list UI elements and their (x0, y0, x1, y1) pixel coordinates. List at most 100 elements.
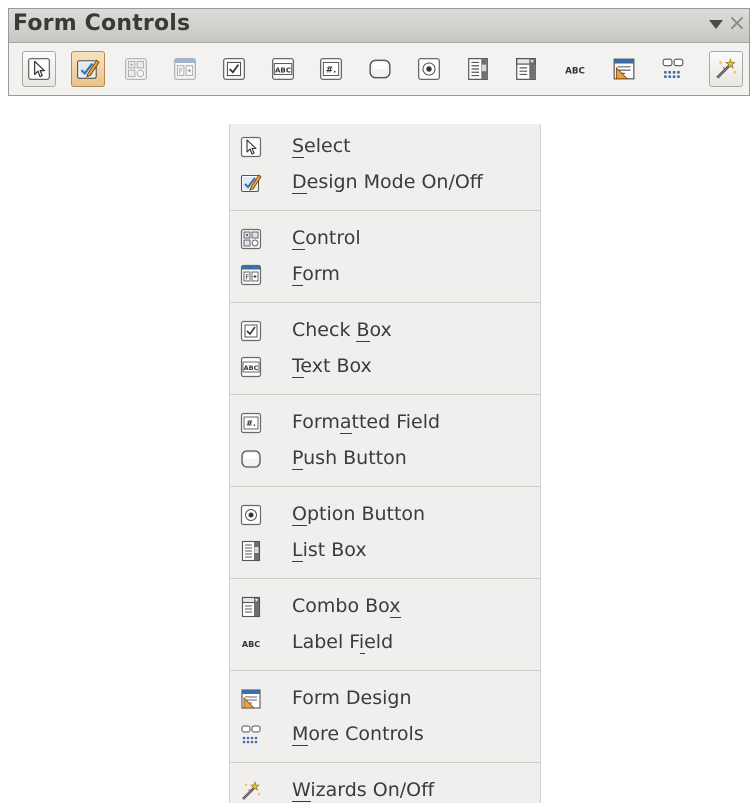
text-box-icon: ABC (271, 57, 295, 81)
menu-item-form[interactable]: F Form (230, 256, 540, 294)
mnemonic-underline (292, 193, 307, 194)
menu-item-control[interactable]: Control (230, 220, 540, 258)
menu-item-select-pointer[interactable]: Select (230, 128, 540, 166)
menu-separator (230, 394, 540, 395)
menu-separator (230, 302, 540, 303)
mnemonic-underline (292, 801, 311, 802)
menu-item-label: Control (292, 227, 361, 249)
mnemonic-underline (292, 525, 307, 526)
mnemonic-underline (292, 157, 305, 158)
option-button-icon (240, 504, 262, 526)
menu-item-option-button[interactable]: Option Button (230, 496, 540, 534)
select-pointer-icon (27, 57, 51, 81)
svg-text:ABC: ABC (242, 640, 260, 649)
dropdown-arrow-icon[interactable] (709, 20, 723, 29)
menu-separator (230, 670, 540, 671)
menu-item-label: Formatted Field (292, 411, 441, 433)
mnemonic-underline (292, 745, 309, 746)
menu-item-label: Text Box (292, 355, 372, 377)
list-box-icon (466, 57, 490, 81)
more-controls-icon (240, 724, 262, 746)
svg-text:ABC: ABC (565, 66, 585, 76)
toolbar-text-box-button[interactable]: ABC (266, 51, 300, 87)
toolbar-option-button-button[interactable] (412, 51, 446, 87)
wizards-icon (240, 780, 262, 802)
menu-item-label: Push Button (292, 447, 407, 469)
check-box-icon (222, 57, 246, 81)
svg-text:F: F (245, 274, 249, 282)
toolbar-wizards-button[interactable] (709, 51, 743, 87)
wizards-icon (714, 57, 738, 81)
toolbar-control-button (119, 51, 153, 87)
mnemonic-underline (292, 469, 304, 470)
mnemonic-underline (339, 433, 352, 434)
menu-item-combo-box[interactable]: Combo Box (230, 588, 540, 626)
menu-item-label: Form (292, 263, 340, 285)
toolbar-title: Form Controls (13, 11, 191, 36)
toolbar-formatted-field-button[interactable]: #. (314, 51, 348, 87)
form-design-icon (612, 57, 636, 81)
close-icon[interactable]: × (726, 12, 748, 36)
toolbar-design-mode-button[interactable] (70, 51, 105, 87)
menu-item-push-button[interactable]: Push Button (230, 440, 540, 478)
menu-item-text-box[interactable]: ABC Text Box (230, 348, 540, 386)
toolbar-more-controls-button[interactable] (656, 51, 690, 87)
menu-item-label: Option Button (292, 503, 426, 525)
menu-item-more-controls[interactable]: More Controls (230, 716, 540, 754)
select-pointer-icon (240, 136, 262, 158)
menu-item-design-mode[interactable]: Design Mode On/Off (230, 164, 540, 202)
toolbar-form-button: F (168, 51, 202, 87)
menu-separator (230, 210, 540, 211)
toolbar-label-field-button[interactable]: ABC (558, 51, 592, 87)
toolbar-combo-box-button[interactable] (509, 51, 543, 87)
formatted-field-icon: #. (319, 57, 343, 81)
menu-item-check-box[interactable]: Check Box (230, 312, 540, 350)
menu-separator (230, 762, 540, 763)
form-design-icon (240, 688, 262, 710)
toolbar-check-box-button[interactable] (217, 51, 251, 87)
svg-text:F: F (179, 67, 183, 76)
mnemonic-underline (292, 377, 304, 378)
menu-item-label: Design Mode On/Off (292, 171, 483, 193)
label-field-icon: ABC (240, 632, 262, 654)
menu-item-form-design[interactable]: Form Design (230, 680, 540, 718)
menu-item-label: More Controls (292, 723, 424, 745)
formatted-field-icon: #. (240, 412, 262, 434)
menu-item-label: Form Design (292, 687, 412, 709)
label-field-icon: ABC (563, 57, 587, 81)
list-box-icon (240, 540, 262, 562)
mnemonic-underline (292, 285, 303, 286)
mnemonic-underline (389, 617, 402, 618)
design-mode-icon (76, 57, 100, 81)
form-controls-menu: Select Design Mode On/Off Control F Form… (229, 124, 541, 803)
check-box-icon (240, 320, 262, 342)
menu-item-label: Label Field (292, 631, 394, 653)
toolbar-button-row: F ABC #. ABC (15, 49, 745, 91)
control-icon (124, 57, 148, 81)
svg-text:#.: #. (326, 65, 337, 75)
form-controls-toolbar: Form Controls × F ABC #. ABC (8, 8, 750, 96)
mnemonic-underline (356, 341, 370, 342)
menu-item-label: Select (292, 135, 351, 157)
combo-box-icon (514, 57, 538, 81)
menu-item-label-field[interactable]: ABC Label Field (230, 624, 540, 662)
menu-item-label: Check Box (292, 319, 392, 341)
toolbar-select-pointer-button[interactable] (21, 51, 56, 87)
menu-separator (230, 578, 540, 579)
menu-item-label: List Box (292, 539, 367, 561)
menu-item-wizards[interactable]: Wizards On/Off (230, 772, 540, 810)
menu-item-label: Combo Box (292, 595, 401, 617)
form-icon: F (173, 57, 197, 81)
more-controls-icon (661, 57, 685, 81)
menu-item-formatted-field[interactable]: #. Formatted Field (230, 404, 540, 442)
menu-item-list-box[interactable]: List Box (230, 532, 540, 570)
mnemonic-underline (360, 653, 366, 654)
toolbar-form-design-button[interactable] (607, 51, 641, 87)
toolbar-title-bar[interactable]: Form Controls × (9, 9, 749, 43)
toolbar-push-button-button[interactable] (363, 51, 397, 87)
svg-text:ABC: ABC (244, 364, 259, 372)
control-icon (240, 228, 262, 250)
toolbar-list-box-button[interactable] (461, 51, 495, 87)
text-box-icon: ABC (240, 356, 262, 378)
push-button-icon (368, 57, 392, 81)
